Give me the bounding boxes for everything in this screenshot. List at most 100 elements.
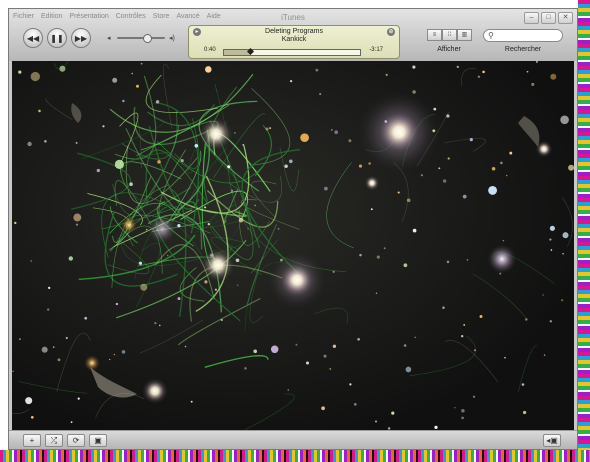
strand	[119, 112, 139, 166]
particle	[454, 407, 456, 409]
volume-slider[interactable]: ◂ ◂)	[107, 34, 179, 43]
particle	[461, 335, 464, 338]
particle	[562, 252, 564, 255]
particle	[114, 159, 124, 169]
strand	[162, 63, 173, 129]
maximize-icon[interactable]: □	[541, 12, 556, 24]
visualizer-toggle-icon[interactable]: ◂▣	[543, 434, 561, 447]
search-field[interactable]: ⚲	[483, 29, 563, 42]
particle	[522, 410, 527, 415]
next-track-icon[interactable]: ▶▶	[71, 28, 91, 48]
minimize-icon[interactable]: –	[524, 12, 539, 24]
particle	[230, 189, 234, 192]
particle	[70, 421, 73, 423]
particle	[561, 299, 564, 302]
particle	[332, 344, 337, 348]
volume-track[interactable]	[117, 34, 165, 43]
orb	[364, 175, 380, 191]
particle	[30, 71, 40, 82]
strand	[326, 162, 354, 249]
strand	[177, 298, 261, 346]
particle	[434, 425, 438, 430]
particle	[180, 159, 184, 163]
previous-track-icon[interactable]: ◀◀	[23, 28, 43, 48]
particle	[560, 115, 569, 125]
strand	[78, 234, 196, 281]
particle	[38, 109, 41, 113]
particle	[65, 336, 68, 340]
particle	[47, 308, 50, 311]
particle	[324, 186, 328, 191]
particle	[397, 191, 400, 194]
particle	[25, 397, 33, 405]
particle	[204, 206, 207, 209]
pause-icon[interactable]: ❚❚	[47, 28, 67, 48]
particle	[113, 353, 116, 356]
orb	[146, 213, 178, 245]
particle	[140, 283, 148, 291]
particle	[52, 346, 55, 348]
particle	[442, 306, 445, 309]
particle	[265, 127, 269, 131]
particle	[469, 137, 473, 142]
progress-bar[interactable]	[223, 47, 361, 56]
desktop-edge-strip	[578, 0, 590, 462]
particle	[59, 65, 66, 72]
particle	[414, 336, 417, 339]
particle	[155, 100, 160, 104]
strand	[238, 393, 295, 433]
particle	[447, 157, 450, 160]
volume-high-icon: ◂)	[169, 35, 175, 42]
particle	[227, 165, 231, 169]
add-playlist-icon[interactable]: +	[23, 434, 41, 447]
particle	[77, 397, 80, 400]
wisp	[71, 103, 82, 123]
close-icon[interactable]: ✕	[558, 12, 573, 24]
particle	[420, 174, 423, 177]
orb	[141, 377, 169, 405]
particle	[14, 221, 17, 225]
particle	[242, 143, 245, 146]
particle	[237, 284, 239, 286]
particle	[121, 350, 126, 354]
particle	[549, 320, 552, 323]
particle	[270, 345, 279, 354]
particle	[220, 318, 223, 322]
particle	[207, 222, 210, 226]
particle	[543, 354, 546, 356]
particle	[472, 395, 476, 398]
strand	[204, 355, 269, 368]
particle	[332, 270, 335, 273]
orb	[120, 216, 138, 234]
particle	[321, 406, 325, 411]
particle	[277, 228, 280, 230]
particle	[27, 141, 32, 147]
search-input[interactable]	[497, 31, 557, 39]
visualizer[interactable]	[12, 61, 574, 433]
repeat-icon[interactable]: ⟳	[67, 434, 85, 447]
particle	[73, 213, 82, 222]
particle	[488, 185, 498, 195]
particle	[461, 416, 464, 420]
particle	[542, 294, 544, 296]
particle	[462, 194, 467, 199]
particle	[473, 349, 476, 352]
particle	[376, 255, 380, 259]
particle	[491, 166, 496, 171]
list-view-icon[interactable]: ≡	[427, 29, 442, 41]
shuffle-icon[interactable]: ⤮	[45, 434, 63, 447]
particle	[359, 253, 362, 257]
particle	[535, 61, 538, 63]
show-artwork-icon[interactable]: ▣	[89, 434, 107, 447]
grid-view-icon[interactable]: ⁞⁞	[442, 29, 457, 41]
particle	[506, 174, 508, 177]
view-label: Afficher	[437, 46, 461, 53]
coverflow-view-icon[interactable]: ▥	[457, 29, 472, 41]
particle	[75, 223, 79, 226]
particle	[562, 232, 569, 239]
particle	[30, 260, 32, 262]
particle	[319, 93, 322, 96]
particle	[300, 133, 309, 143]
particle	[129, 182, 133, 186]
volume-knob[interactable]	[142, 34, 152, 43]
